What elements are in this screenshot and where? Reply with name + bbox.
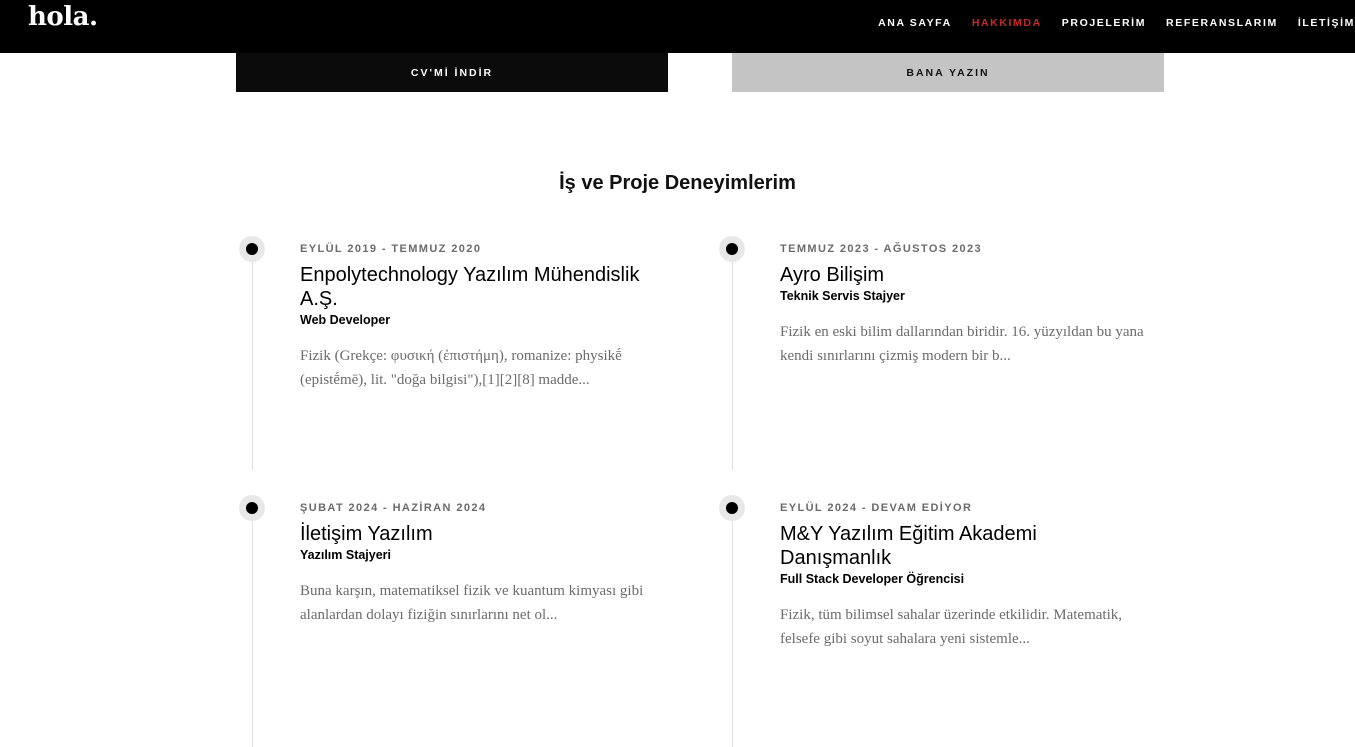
- experience-title: M&Y Yazılım Eğitim Akademi Danışmanlık: [780, 523, 1037, 569]
- write-me-button[interactable]: BANA YAZIN: [732, 53, 1164, 92]
- timeline-dot-icon: [719, 236, 745, 262]
- timeline-line: [732, 249, 733, 470]
- timeline-dot-icon: [719, 495, 745, 521]
- nav-references[interactable]: REFERANSLARIM: [1166, 17, 1278, 29]
- nav-about[interactable]: HAKKIMDA: [972, 17, 1042, 29]
- download-cv-button[interactable]: CV'Mİ İNDİR: [236, 53, 668, 92]
- nav-home[interactable]: ANA SAYFA: [878, 17, 952, 29]
- site-header: hola. ANA SAYFA HAKKIMDA PROJELERİM REFE…: [0, 0, 1355, 53]
- timeline-line: [732, 508, 733, 747]
- experience-title: Ayro Bilişim: [780, 264, 885, 286]
- experience-date: EYLÜL 2019 - TEMMUZ 2020: [300, 243, 482, 255]
- section-title: İş ve Proje Deneyimlerim: [559, 172, 796, 194]
- experience-item: ŞUBAT 2024 - HAZİRAN 2024 İletişim Yazıl…: [300, 500, 672, 627]
- nav-contact[interactable]: İLETİŞİM: [1298, 17, 1355, 29]
- experience-date: TEMMUZ 2023 - AĞUSTOS 2023: [780, 243, 983, 255]
- experience-item: EYLÜL 2024 - DEVAM EDİYOR M&Y Yazılım Eğ…: [780, 500, 1152, 651]
- timeline-line: [252, 249, 253, 470]
- timeline-line: [252, 508, 253, 747]
- experience-description: Fizik en eski bilim dallarından biridir.…: [780, 324, 1144, 364]
- site-logo[interactable]: hola.: [28, 2, 98, 32]
- experience-role: Full Stack Developer Öğrencisi: [780, 572, 965, 586]
- timeline-dot-icon: [239, 236, 265, 262]
- experience-role: Teknik Servis Stajyer: [780, 289, 905, 303]
- experience-title: Enpolytechnology Yazılım Mühendislik A.Ş…: [300, 264, 640, 310]
- experience-description: Fizik, tüm bilimsel sahalar üzerinde etk…: [780, 607, 1123, 647]
- experience-description: Fizik (Grekçe: φυσική (ἐπιστήμη), romani…: [300, 348, 622, 388]
- nav-projects[interactable]: PROJELERİM: [1062, 17, 1146, 29]
- experience-item: TEMMUZ 2023 - AĞUSTOS 2023 Ayro Bilişim …: [780, 241, 1152, 368]
- experience-role: Web Developer: [300, 313, 391, 327]
- experience-description: Buna karşın, matematiksel fizik ve kuant…: [300, 583, 644, 623]
- experience-date: EYLÜL 2024 - DEVAM EDİYOR: [780, 502, 973, 514]
- experience-title: İletişim Yazılım: [300, 523, 433, 545]
- experience-item: EYLÜL 2019 - TEMMUZ 2020 Enpolytechnolog…: [300, 241, 672, 392]
- timeline-dot-icon: [239, 495, 265, 521]
- main-nav: ANA SAYFA HAKKIMDA PROJELERİM REFERANSLA…: [858, 17, 1355, 29]
- experience-role: Yazılım Stajyeri: [300, 548, 392, 562]
- experience-date: ŞUBAT 2024 - HAZİRAN 2024: [300, 502, 487, 514]
